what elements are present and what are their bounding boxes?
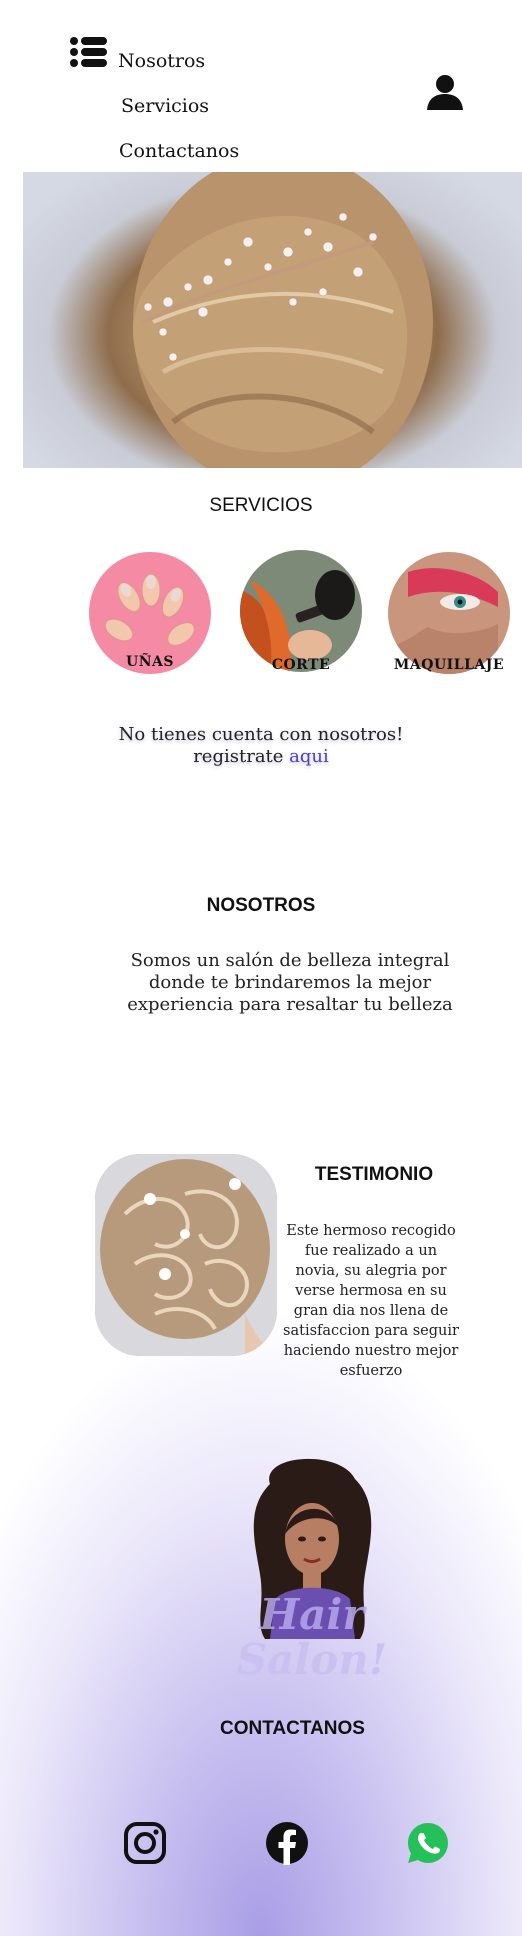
- service-label-nails[interactable]: UÑAS: [70, 654, 230, 670]
- register-text: registrate: [193, 746, 284, 767]
- about-title: NOSOTROS: [206, 895, 316, 916]
- whatsapp-icon[interactable]: [406, 1821, 450, 1865]
- nav-link-servicios[interactable]: Servicios: [121, 95, 209, 117]
- logo-line-2: Salon!: [237, 1635, 388, 1684]
- facebook-icon[interactable]: [265, 1821, 309, 1865]
- services-title: SERVICIOS: [209, 495, 313, 516]
- logo-line-1: Hair: [259, 1590, 368, 1639]
- list-icon[interactable]: [70, 36, 108, 68]
- instagram-icon[interactable]: [123, 1821, 167, 1865]
- service-haircut-image[interactable]: [240, 550, 362, 672]
- salon-logo: Hair Salon!: [220, 1454, 400, 1684]
- nav-link-contactanos[interactable]: Contactanos: [119, 140, 239, 162]
- about-text: Somos un salón de belleza integral donde…: [127, 950, 453, 1015]
- testimonial-title: TESTIMONIO: [314, 1164, 434, 1185]
- service-label-haircut[interactable]: CORTE: [221, 657, 381, 673]
- service-makeup-image[interactable]: [388, 552, 510, 674]
- service-label-makeup[interactable]: MAQUILLAJE: [369, 657, 522, 673]
- testimonial-text: Este hermoso recogido fue realizado a un…: [283, 1223, 459, 1379]
- register-link[interactable]: aqui: [289, 746, 329, 767]
- hero-image: [23, 172, 522, 468]
- contact-title: CONTACTANOS: [220, 1718, 365, 1739]
- register-line: No tienes cuenta con nosotros!: [118, 724, 404, 745]
- user-icon[interactable]: [426, 74, 464, 112]
- register-prompt: No tienes cuenta con nosotros! registrat…: [0, 724, 522, 768]
- nav-link-nosotros[interactable]: Nosotros: [118, 50, 205, 72]
- testimonial-image: [95, 1154, 277, 1356]
